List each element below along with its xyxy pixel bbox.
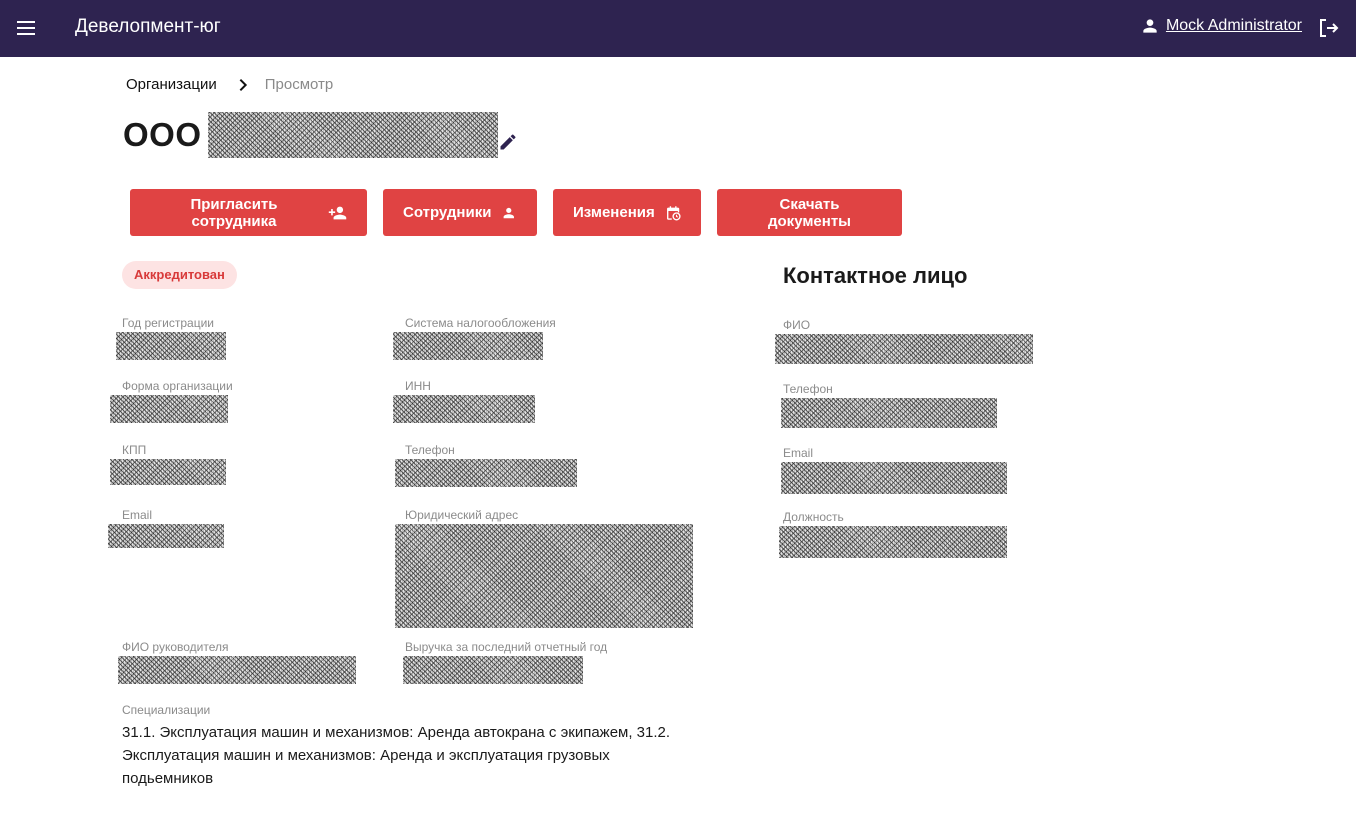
specializations-value: 31.1. Эксплуатация машин и механизмов: А… (122, 724, 671, 787)
user-name-link[interactable]: Mock Administrator (1166, 17, 1302, 35)
field-contact-email: Email (781, 446, 1007, 494)
invite-employee-label: Пригласить сотрудника (190, 195, 278, 230)
field-specializations: Специализации 31.1. Эксплуатация машин и… (122, 703, 682, 790)
org-form-label: Форма организации (122, 379, 233, 393)
legal-address-label: Юридический адрес (405, 508, 519, 522)
redacted-revenue (403, 656, 583, 684)
redacted-kpp (110, 459, 226, 485)
field-phone: Телефон (395, 443, 577, 487)
field-revenue: Выручка за последний отчетный год (403, 640, 608, 684)
redacted-contact-position (779, 526, 1007, 558)
logout-icon[interactable] (1316, 16, 1340, 40)
redacted-tax-system (393, 332, 543, 360)
user-icon (1143, 19, 1157, 33)
page-title: ООО (123, 116, 202, 153)
breadcrumb-organizations-link[interactable]: Организации (126, 76, 217, 93)
kpp-label: КПП (122, 443, 147, 457)
person-icon (504, 207, 515, 218)
changes-button[interactable]: Изменения (553, 189, 701, 236)
chevron-right-icon (239, 78, 247, 91)
employees-button[interactable]: Сотрудники (383, 189, 537, 236)
edit-pencil-icon[interactable] (498, 132, 518, 152)
hamburger-menu-icon[interactable] (14, 16, 38, 40)
field-org-form: Форма организации (110, 379, 233, 423)
field-director: ФИО руководителя (118, 640, 356, 684)
calendar-clock-icon (666, 205, 681, 220)
redacted-registration-year (116, 332, 226, 360)
director-label: ФИО руководителя (122, 640, 229, 654)
redacted-org-form (110, 395, 228, 423)
download-documents-button[interactable]: Скачать документы (717, 189, 902, 236)
action-buttons: Пригласить сотрудника Сотрудники Изменен… (130, 189, 902, 236)
redacted-contact-fio (775, 334, 1033, 364)
redacted-email (108, 524, 224, 548)
person-add-icon (328, 206, 347, 219)
phone-label: Телефон (405, 443, 455, 457)
redacted-contact-phone (781, 398, 997, 428)
field-tax-system: Система налогообложения (393, 316, 556, 360)
status-badge: Аккредитован (122, 261, 237, 289)
redacted-contact-email (781, 462, 1007, 494)
page-title-row: ООО (123, 112, 518, 158)
redacted-inn (393, 395, 535, 423)
download-documents-label: Скачать документы (768, 195, 851, 230)
field-contact-phone: Телефон (781, 382, 997, 428)
tax-system-label: Система налогообложения (405, 316, 556, 330)
email-label: Email (122, 508, 153, 522)
specializations-label: Специализации (122, 703, 211, 717)
contact-position-label: Должность (783, 510, 844, 524)
redacted-legal-address (395, 524, 693, 628)
revenue-label: Выручка за последний отчетный год (405, 640, 608, 654)
inn-label: ИНН (405, 379, 431, 393)
redacted-phone (395, 459, 577, 487)
contact-email-label: Email (783, 446, 814, 460)
field-contact-position: Должность (779, 510, 1007, 558)
contact-section-title: Контактное лицо (783, 263, 968, 288)
breadcrumb-current: Просмотр (264, 76, 334, 93)
redacted-organization-name (207, 112, 498, 158)
field-inn: ИНН (393, 379, 535, 423)
field-email: Email (108, 508, 224, 548)
field-legal-address: Юридический адрес (395, 508, 693, 628)
registration-year-label: Год регистрации (122, 316, 214, 330)
employees-label: Сотрудники (403, 204, 492, 221)
contact-fio-label: ФИО (783, 318, 811, 332)
field-kpp: КПП (110, 443, 226, 485)
field-contact-fio: ФИО (775, 318, 1033, 364)
field-registration-year: Год регистрации (116, 316, 226, 360)
top-app-bar: Девелопмент-юг Mock Administrator (0, 0, 1356, 57)
invite-employee-button[interactable]: Пригласить сотрудника (130, 189, 367, 236)
app-title: Девелопмент-юг (75, 16, 221, 37)
redacted-director (118, 656, 356, 684)
breadcrumb: Организации Просмотр (126, 76, 333, 93)
contact-phone-label: Телефон (783, 382, 833, 396)
user-menu[interactable]: Mock Administrator (1140, 16, 1302, 36)
changes-label: Изменения (573, 204, 655, 221)
